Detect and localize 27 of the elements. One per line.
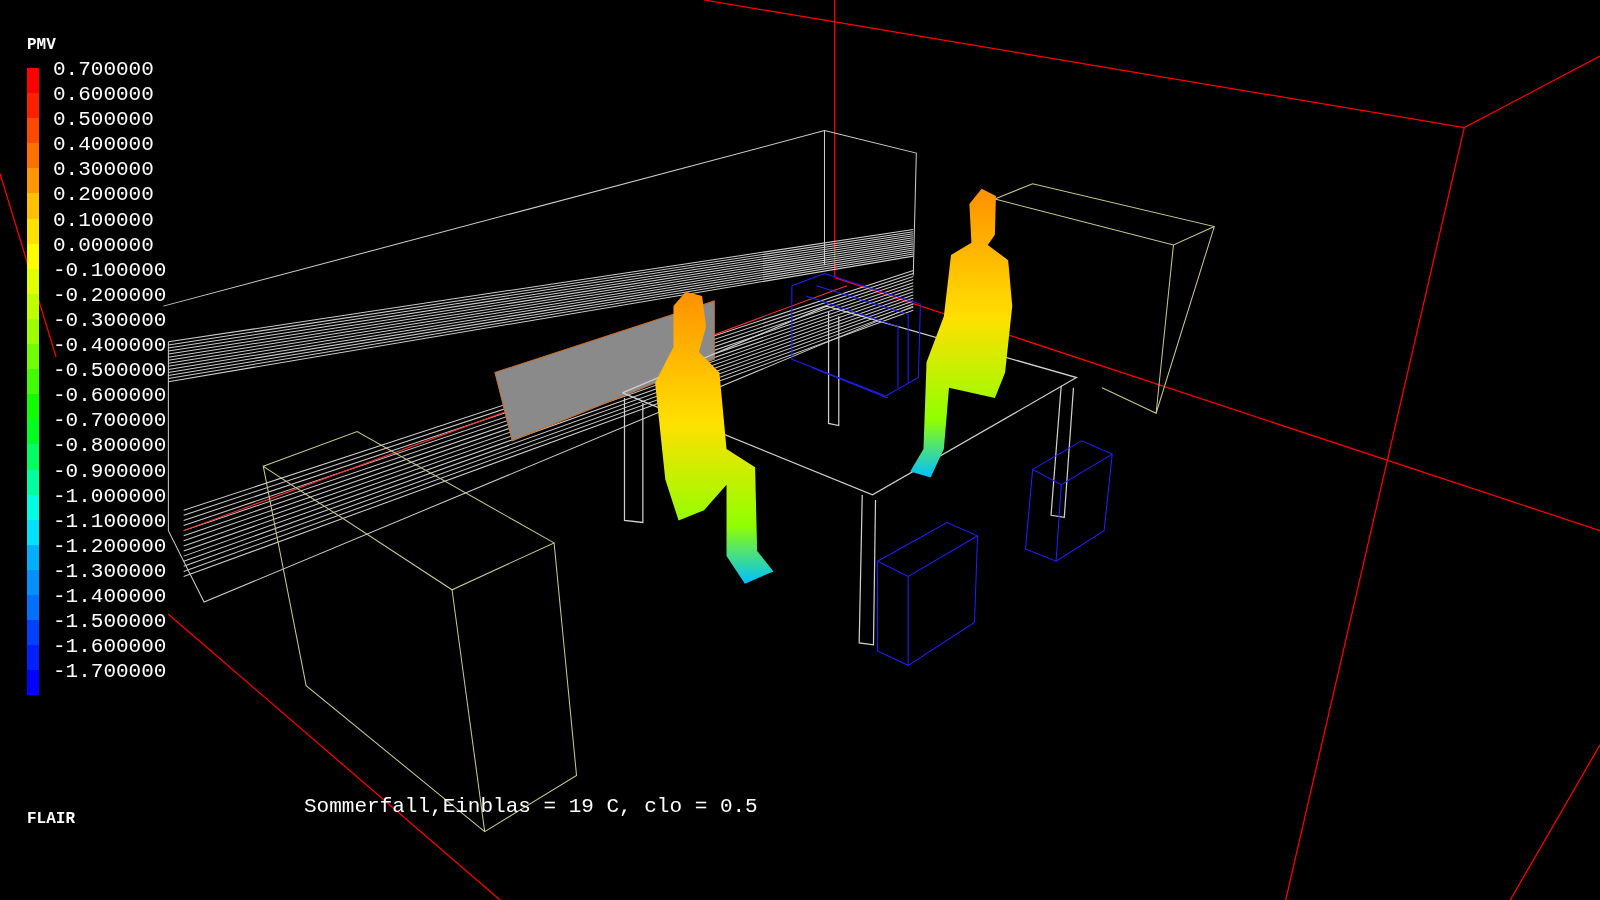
legend-value: -1.600000 [53, 636, 167, 658]
legend-value: -1.200000 [53, 535, 167, 557]
legend-title: PMV [27, 36, 56, 54]
legend-value: 0.500000 [53, 109, 154, 131]
legend-value: 0.400000 [53, 134, 154, 156]
legend-value: -0.500000 [53, 360, 167, 382]
legend-value: 0.100000 [53, 209, 154, 231]
legend-value: -0.600000 [53, 385, 167, 407]
legend-value: 0.200000 [53, 184, 154, 206]
legend-value: -1.100000 [53, 510, 167, 532]
legend-value: -0.400000 [53, 335, 167, 357]
legend-value: -1.000000 [53, 485, 167, 507]
legend-value: 0.000000 [53, 234, 154, 256]
legend-value: -1.300000 [53, 560, 167, 582]
legend-value: -0.100000 [53, 259, 167, 281]
legend-value: -1.500000 [53, 611, 167, 633]
legend-value: -0.700000 [53, 410, 167, 432]
program-label: FLAIR [27, 810, 75, 828]
legend-value: 0.600000 [53, 84, 154, 106]
legend-value: -0.900000 [53, 460, 167, 482]
legend-value: -1.700000 [53, 661, 167, 683]
legend-value: -1.400000 [53, 585, 167, 607]
legend-value: 0.700000 [53, 59, 154, 80]
legend-value: -0.300000 [53, 309, 167, 331]
legend-value: 0.300000 [53, 159, 154, 181]
legend-value: -0.200000 [53, 284, 167, 306]
legend-value: -0.800000 [53, 435, 167, 457]
